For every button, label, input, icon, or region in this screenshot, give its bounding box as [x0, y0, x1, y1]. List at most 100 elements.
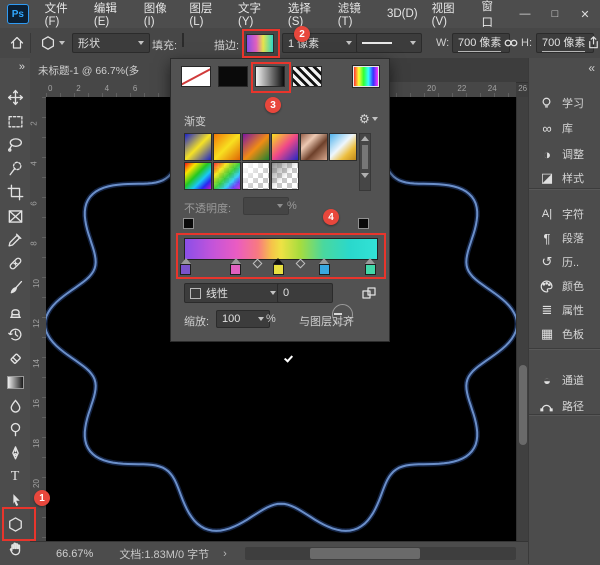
gradient-preset[interactable] [213, 162, 241, 190]
healing-brush-tool[interactable] [0, 251, 30, 275]
gradient-stop[interactable] [319, 258, 330, 275]
menu-filter[interactable]: 滤镜(T) [331, 0, 380, 28]
gradient-stop[interactable] [180, 258, 191, 275]
brush-tool[interactable] [0, 275, 30, 299]
color-picker-button[interactable] [353, 66, 379, 87]
current-tool-icon[interactable] [40, 35, 65, 51]
menu-view[interactable]: 视图(V) [425, 0, 475, 28]
gradient-preset[interactable] [271, 133, 299, 161]
menu-layer[interactable]: 图层(L) [182, 0, 231, 28]
menu-select[interactable]: 选择(S) [281, 0, 331, 28]
panel-libraries[interactable]: ∞ 库 [539, 118, 599, 138]
type-tool[interactable]: T [0, 465, 30, 489]
align-with-layer-label: 与图层对齐 [299, 313, 354, 329]
gradient-preset[interactable] [329, 133, 357, 161]
stroke-swatch[interactable] [246, 34, 274, 53]
flip-orientation-icon[interactable] [361, 285, 377, 301]
angle-input[interactable]: 0 [277, 283, 333, 303]
home-icon[interactable] [9, 35, 25, 51]
gradient-preset[interactable] [242, 162, 270, 190]
panel-history[interactable]: ↺ 历.. [539, 252, 599, 272]
menu-window[interactable]: 窗口 [474, 0, 510, 30]
polygon-shape-tool[interactable] [0, 512, 30, 536]
frame-tool[interactable] [0, 204, 30, 228]
eyedropper-tool[interactable] [0, 227, 30, 251]
export-icon[interactable] [586, 35, 600, 50]
preset-scrollbar[interactable] [359, 133, 371, 191]
maximize-button[interactable]: □ [540, 8, 570, 20]
opacity-stop-right[interactable] [358, 218, 369, 229]
zoom-level[interactable]: 66.67% [56, 548, 93, 560]
panel-color[interactable]: 颜色 [539, 276, 599, 296]
width-label: W: [436, 37, 449, 49]
gradient-preset[interactable] [300, 133, 328, 161]
gradient-preset[interactable] [213, 133, 241, 161]
gradient-midpoint-diamond[interactable] [253, 259, 263, 269]
scroll-down-arrow[interactable] [361, 173, 369, 178]
history-brush-tool[interactable] [0, 322, 30, 346]
gradient-editor-bar[interactable] [184, 238, 378, 260]
lasso-tool[interactable] [0, 132, 30, 156]
panel-channels[interactable]: ◒ 通道 [539, 370, 599, 390]
solid-color-button[interactable] [218, 66, 248, 87]
photoshop-logo: Ps [7, 4, 29, 24]
panel-learn[interactable]: 学习 [539, 93, 599, 113]
link-dimensions-icon[interactable] [504, 38, 518, 48]
preset-scrollbar-thumb[interactable] [362, 145, 368, 169]
gradient-preset[interactable] [184, 133, 212, 161]
collapse-dock-chevron[interactable]: « [588, 61, 595, 75]
menu-image[interactable]: 图像(I) [137, 0, 183, 28]
gradient-preset[interactable] [242, 133, 270, 161]
panel-character[interactable]: A| 字符 [539, 204, 599, 224]
tool-mode-select[interactable]: 形状 [72, 33, 150, 53]
gradient-button[interactable] [255, 66, 285, 87]
gradient-midpoint-diamond[interactable] [295, 259, 305, 269]
menu-type[interactable]: 文字(Y) [231, 0, 281, 28]
pattern-button[interactable] [292, 66, 322, 87]
menu-edit[interactable]: 编辑(E) [87, 0, 137, 28]
dodge-tool[interactable] [0, 417, 30, 441]
gradient-stop[interactable] [230, 258, 241, 275]
gradient-stop[interactable] [365, 258, 376, 275]
hand-tool[interactable] [0, 536, 30, 560]
dock-divider [529, 414, 600, 415]
panel-swatches[interactable]: ▦ 色板 [539, 324, 599, 344]
blur-tool[interactable] [0, 394, 30, 418]
opacity-input[interactable] [243, 197, 289, 215]
gradient-stop-selected[interactable] [273, 258, 284, 275]
scroll-up-arrow[interactable] [361, 136, 369, 141]
minimize-button[interactable]: — [510, 8, 540, 20]
move-tool[interactable] [0, 85, 30, 109]
panel-paragraph[interactable]: ¶ 段落 [539, 228, 599, 248]
no-color-button[interactable] [181, 66, 211, 87]
pen-tool[interactable] [0, 441, 30, 465]
scale-input[interactable]: 100 [216, 310, 270, 328]
quick-selection-tool[interactable] [0, 156, 30, 180]
expand-panel-chevron[interactable]: » [0, 58, 30, 76]
panel-adjustments[interactable]: ◑ 调整 [539, 144, 599, 164]
width-input[interactable]: 700 像素 [452, 33, 510, 53]
gradient-preset[interactable] [184, 162, 212, 190]
marquee-tool[interactable] [0, 109, 30, 133]
panel-styles[interactable]: ◪ 样式 [539, 168, 599, 188]
fill-swatch[interactable] [182, 33, 184, 47]
path-selection-tool[interactable] [0, 488, 30, 512]
panel-properties[interactable]: ≣ 属性 [539, 300, 599, 320]
panel-menu[interactable]: ⚙ [359, 112, 378, 126]
horizontal-scrollbar-thumb[interactable] [310, 548, 420, 559]
status-expand-arrow[interactable]: › [223, 548, 227, 560]
gradient-tool[interactable] [0, 370, 30, 394]
panel-paths[interactable]: 路径 [539, 396, 599, 416]
stroke-type-select[interactable] [356, 33, 422, 53]
menu-file[interactable]: 文件(F) [38, 0, 87, 28]
close-button[interactable]: ✕ [570, 8, 600, 21]
menu-3d[interactable]: 3D(D) [380, 8, 425, 20]
opacity-stop-left[interactable] [183, 218, 194, 229]
vertical-scrollbar-thumb[interactable] [519, 365, 527, 445]
gradient-style-select[interactable]: 线性 [184, 283, 282, 303]
eraser-tool[interactable] [0, 346, 30, 370]
gradient-preset[interactable] [271, 162, 299, 190]
crop-tool[interactable] [0, 180, 30, 204]
clone-stamp-tool[interactable] [0, 299, 30, 323]
horizontal-scrollbar[interactable] [245, 547, 516, 560]
